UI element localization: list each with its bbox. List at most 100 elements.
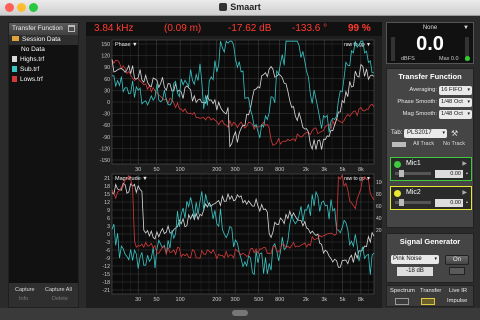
chevron-down-icon: ▾ — [467, 99, 470, 105]
delete-button[interactable]: Delete — [52, 296, 68, 302]
x-tick-label: 3k — [321, 297, 327, 303]
mode-tabs: Spectrum Transfer Live IR Impulse — [386, 285, 474, 307]
play-icon[interactable]: ▶ — [462, 160, 467, 167]
clip-led — [465, 56, 470, 61]
y-tick-label: 120 — [101, 54, 110, 60]
measurement-mic1[interactable]: Mic1 ▶ 0.00 ⬩ — [390, 157, 472, 181]
window-title-text: Smaart — [230, 2, 261, 12]
x-tick-label: 30 — [135, 167, 141, 173]
bottom-bar — [0, 308, 480, 320]
x-tick-label: 5k — [340, 297, 346, 303]
chevron-down-icon[interactable]: ▼ — [463, 25, 469, 31]
list-item-session-data[interactable]: Session Data — [9, 35, 78, 45]
mag-smooth-select[interactable]: 1/48 Oct ▾ — [439, 110, 472, 119]
y-tick-label: 150 — [101, 42, 110, 48]
y-tick-label: -90 — [103, 135, 111, 141]
dual-layout-icon[interactable] — [421, 298, 435, 305]
plots-svg[interactable]: 1501209060300-30-60-90-120-15030 50 100 200… — [86, 22, 382, 308]
data-bar-header: Transfer Function — [9, 23, 78, 35]
mic2-fader-handle[interactable] — [399, 199, 404, 206]
single-layout-icon[interactable] — [395, 298, 409, 305]
list-item-no-data[interactable]: No Data — [9, 45, 78, 55]
y-tick-label: -9 — [105, 256, 110, 262]
phase-smooth-select[interactable]: 1/48 Oct ▾ — [439, 98, 472, 107]
document-icon — [12, 76, 17, 82]
x-tick-label: 2k — [303, 167, 309, 173]
resize-handle-icon[interactable] — [232, 310, 248, 316]
coherence-tick-label: 20 — [376, 228, 382, 234]
data-bar-panel: Transfer Function Session Data No Data H… — [8, 22, 79, 308]
x-tick-label: 5k — [340, 167, 346, 173]
no-track-button[interactable]: No Track — [443, 141, 465, 147]
plot-mode: raw to gp ▼ — [344, 176, 371, 182]
y-tick-label: -120 — [100, 146, 110, 152]
trash-icon[interactable] — [68, 25, 75, 32]
generator-level-slider[interactable] — [449, 267, 465, 275]
list-item-label: Session Data — [22, 36, 61, 43]
y-tick-label: -18 — [103, 280, 111, 286]
list-item-label: Sub.trf — [20, 66, 40, 73]
averaging-value: 16 FIFO — [441, 87, 463, 93]
phase-plot[interactable]: 1501209060300-30-60-90-120-15030 50 100 200… — [100, 39, 375, 173]
mic1-fader-handle[interactable] — [399, 170, 404, 177]
document-icon — [12, 66, 17, 72]
y-tick-label: 0 — [107, 232, 110, 238]
generator-type-select[interactable]: Pink Noise ▾ — [391, 255, 439, 264]
tab-live-ir[interactable]: Live IR — [449, 288, 467, 294]
list-item-lows[interactable]: Lows.trf — [9, 75, 78, 85]
app-logo-icon — [219, 3, 228, 11]
capture-all-button[interactable]: Capture All — [45, 287, 72, 293]
averaging-select[interactable]: 16 FIFO ▾ — [439, 86, 472, 95]
measurement-mic2[interactable]: Mic2 ▶ 0.00 ⬩ — [390, 186, 472, 210]
phase-smooth-label: Phase Smooth: — [397, 99, 437, 105]
panel-title: Signal Generator — [399, 237, 461, 246]
x-tick-label: 2k — [303, 297, 309, 303]
input-meter: None ▼ 0.0 dBFS Max 0.0 — [386, 22, 474, 64]
mic1-status-led[interactable] — [394, 161, 401, 168]
title-bar: Smaart — [0, 0, 480, 16]
generator-type-value: Pink Noise — [393, 256, 422, 262]
play-icon[interactable]: ▶ — [462, 189, 467, 196]
mic2-delay-value[interactable]: 0.00 — [435, 199, 463, 207]
averaging-label: Averaging: — [409, 87, 437, 93]
capture-button[interactable]: Capture — [15, 287, 35, 293]
all-track-button[interactable]: All Track — [413, 141, 434, 147]
tab-value: PLS2017 — [407, 130, 432, 136]
x-tick-label: 100 — [176, 297, 185, 303]
magnitude-plot[interactable]: 211815129630-3-6-9-12-15-18-2130 50 100 200… — [103, 173, 383, 303]
tab-impulse[interactable]: Impulse — [447, 298, 467, 304]
plot-area: 3.84 kHz (0.09 m) -17.62 dB -133.6 ° 99 … — [86, 22, 382, 308]
chevron-down-icon: ▾ — [467, 87, 470, 93]
tools-icon[interactable]: ⚒ — [451, 129, 458, 138]
mic1-name: Mic1 — [406, 160, 421, 167]
info-button[interactable]: Info — [19, 296, 28, 302]
averaging-row: Averaging: 16 FIFO ▾ — [387, 86, 475, 96]
tab-select[interactable]: PLS2017 ▾ — [404, 129, 447, 138]
mic2-status-led[interactable] — [394, 190, 401, 197]
chevron-down-icon: ▾ — [467, 111, 470, 117]
stepper-icon[interactable]: ⬩ — [466, 171, 468, 178]
meter-source-select[interactable]: None — [387, 25, 473, 31]
generator-level-field[interactable]: -18 dB — [397, 267, 433, 276]
y-tick-label: -3 — [105, 240, 110, 246]
window-title: Smaart — [0, 2, 480, 12]
tab-transfer[interactable]: Transfer — [420, 288, 441, 294]
mag-smooth-row: Mag Smooth: 1/48 Oct ▾ — [387, 110, 475, 120]
y-tick-label: 30 — [104, 88, 110, 94]
tab-spectrum[interactable]: Spectrum — [390, 288, 415, 294]
y-tick-label: -6 — [105, 248, 110, 254]
track-toggle-icon[interactable] — [392, 142, 406, 147]
stepper-icon[interactable]: ⬩ — [466, 200, 468, 207]
x-tick-label: 800 — [275, 297, 284, 303]
list-item-sub[interactable]: Sub.trf — [9, 65, 78, 75]
generator-on-button[interactable]: On — [445, 255, 469, 265]
y-tick-label: -150 — [100, 158, 110, 164]
mic1-delay-value[interactable]: 0.00 — [435, 170, 463, 178]
list-item-highs[interactable]: Highs.trf — [9, 55, 78, 65]
y-tick-label: -12 — [103, 264, 111, 270]
x-tick-label: 50 — [153, 167, 159, 173]
mag-smooth-value: 1/48 Oct — [441, 111, 463, 117]
x-tick-label: 30 — [135, 297, 141, 303]
x-tick-label: 200 — [212, 167, 221, 173]
coherence-tick-label: 60 — [376, 204, 382, 210]
